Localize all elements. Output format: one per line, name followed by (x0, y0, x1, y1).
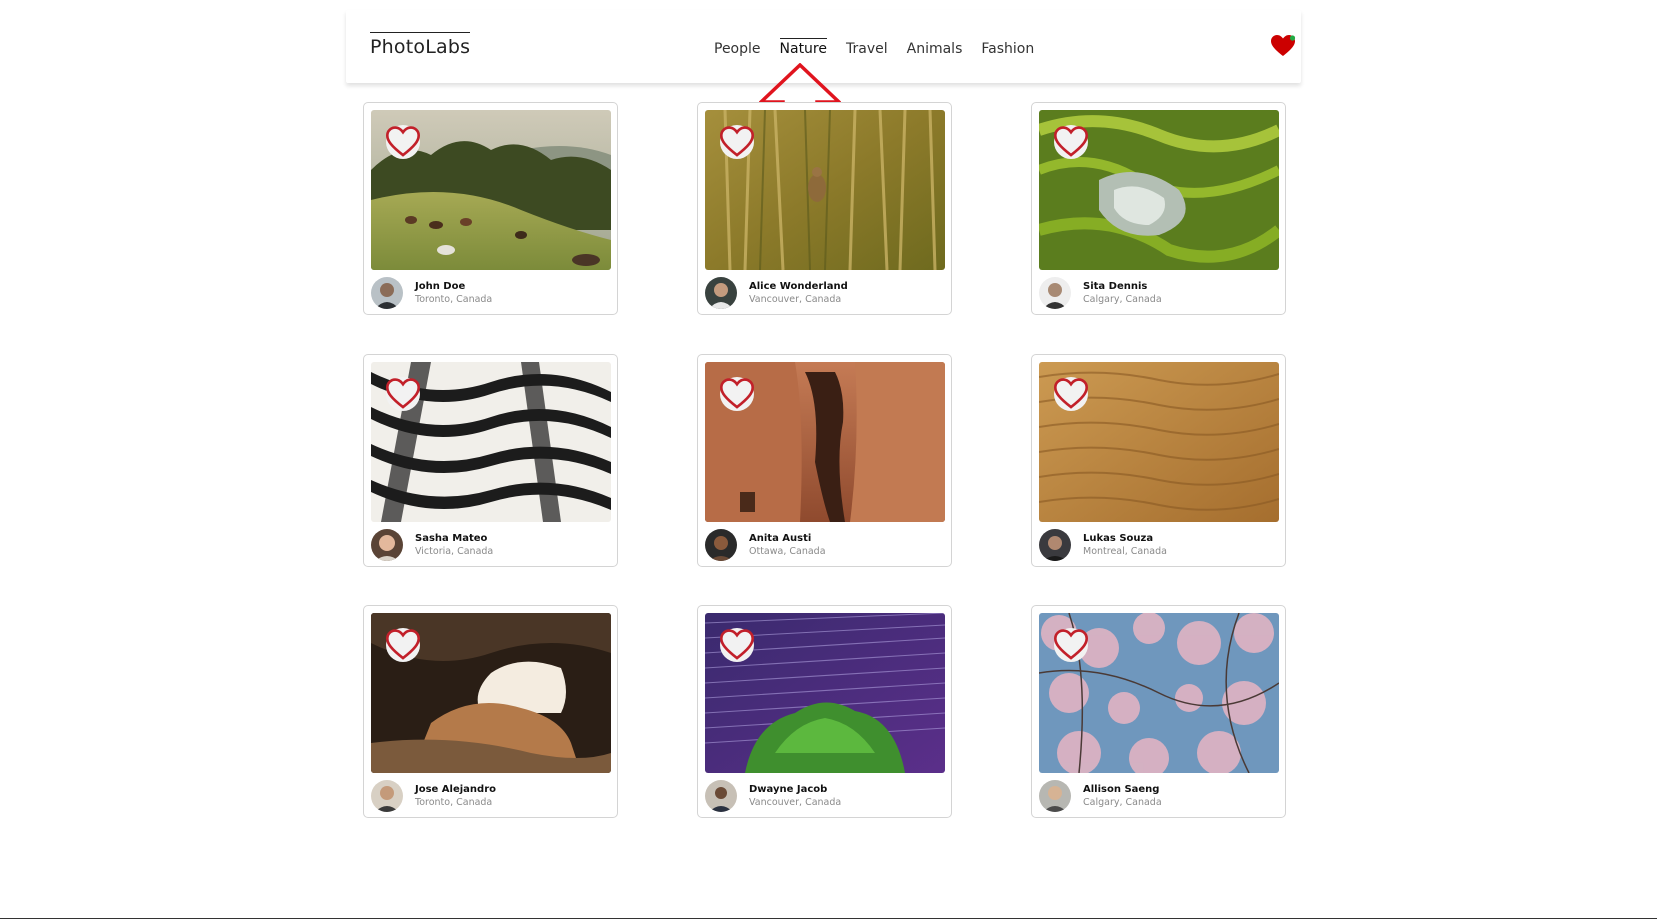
photographer-name: Anita Austi (749, 533, 812, 544)
photo-image[interactable] (371, 613, 611, 773)
photo-card: John Doe Toronto, Canada (363, 102, 618, 315)
photo-card: Anita Austi Ottawa, Canada (697, 354, 952, 567)
photo-details: Sita Dennis Calgary, Canada (1039, 277, 1279, 309)
photo-details: Sasha Mateo Victoria, Canada (371, 529, 611, 561)
topic-animals[interactable]: Animals (907, 38, 963, 57)
photo-image[interactable] (1039, 110, 1279, 270)
like-heart-icon[interactable] (1054, 377, 1088, 411)
photo-image[interactable] (705, 362, 945, 522)
photo-image[interactable] (705, 110, 945, 270)
photo-details: John Doe Toronto, Canada (371, 277, 611, 309)
photographer-name: Sasha Mateo (415, 533, 488, 544)
topic-list: People Nature Travel Animals Fashion (714, 38, 1034, 57)
photo-image[interactable] (371, 362, 611, 522)
like-heart-icon[interactable] (386, 628, 420, 662)
photo-card: Dwayne Jacob Vancouver, Canada (697, 605, 952, 818)
photo-details: Allison Saeng Calgary, Canada (1039, 780, 1279, 812)
photo-image[interactable] (371, 110, 611, 270)
photographer-location: Victoria, Canada (415, 546, 494, 557)
like-heart-icon[interactable] (720, 377, 754, 411)
avatar[interactable] (1039, 780, 1071, 812)
photographer-location: Montreal, Canada (1083, 546, 1167, 557)
avatar[interactable] (1039, 277, 1071, 309)
like-heart-icon[interactable] (720, 628, 754, 662)
photo-card: Allison Saeng Calgary, Canada (1031, 605, 1286, 818)
photo-card: Jose Alejandro Toronto, Canada (363, 605, 618, 818)
like-heart-icon[interactable] (720, 125, 754, 159)
photographer-name: Lukas Souza (1083, 533, 1154, 544)
photographer-name: Alice Wonderland (749, 281, 848, 292)
avatar[interactable] (371, 780, 403, 812)
photographer-name: John Doe (415, 281, 466, 292)
photo-card: Sasha Mateo Victoria, Canada (363, 354, 618, 567)
avatar[interactable] (705, 529, 737, 561)
like-heart-icon[interactable] (1054, 125, 1088, 159)
photographer-location: Calgary, Canada (1083, 797, 1162, 808)
topic-travel[interactable]: Travel (846, 38, 888, 57)
photo-details: Dwayne Jacob Vancouver, Canada (705, 780, 945, 812)
photographer-name: Jose Alejandro (415, 784, 497, 795)
photo-details: Alice Wonderland Vancouver, Canada (705, 277, 945, 309)
photographer-location: Calgary, Canada (1083, 294, 1162, 305)
photo-labs-page: PhotoLabs People Nature Travel Animals F… (0, 0, 1657, 919)
avatar[interactable] (371, 277, 403, 309)
photographer-name: Sita Dennis (1083, 281, 1148, 292)
photo-image[interactable] (1039, 613, 1279, 773)
photo-card: Alice Wonderland Vancouver, Canada (697, 102, 952, 315)
photographer-location: Vancouver, Canada (749, 797, 842, 808)
topic-nature[interactable]: Nature (779, 38, 827, 57)
favorites-heart-icon[interactable] (1270, 34, 1296, 58)
avatar[interactable] (1039, 529, 1071, 561)
photo-image[interactable] (705, 613, 945, 773)
photographer-location: Toronto, Canada (415, 797, 493, 808)
avatar[interactable] (705, 780, 737, 812)
photographer-location: Vancouver, Canada (749, 294, 842, 305)
topic-fashion[interactable]: Fashion (981, 38, 1034, 57)
photographer-location: Ottawa, Canada (749, 546, 826, 557)
like-heart-icon[interactable] (386, 125, 420, 159)
photo-details: Lukas Souza Montreal, Canada (1039, 529, 1279, 561)
photo-details: Anita Austi Ottawa, Canada (705, 529, 945, 561)
avatar[interactable] (705, 277, 737, 309)
like-heart-icon[interactable] (386, 377, 420, 411)
photo-image[interactable] (1039, 362, 1279, 522)
photographer-location: Toronto, Canada (415, 294, 493, 305)
photographer-name: Dwayne Jacob (749, 784, 828, 795)
avatar[interactable] (371, 529, 403, 561)
notification-dot (1289, 35, 1296, 41)
app-logo[interactable]: PhotoLabs (370, 32, 471, 58)
photo-card: Sita Dennis Calgary, Canada (1031, 102, 1286, 315)
photo-details: Jose Alejandro Toronto, Canada (371, 780, 611, 812)
photo-card: Lukas Souza Montreal, Canada (1031, 354, 1286, 567)
photographer-name: Allison Saeng (1083, 784, 1160, 795)
topic-people[interactable]: People (714, 38, 761, 57)
like-heart-icon[interactable] (1054, 628, 1088, 662)
